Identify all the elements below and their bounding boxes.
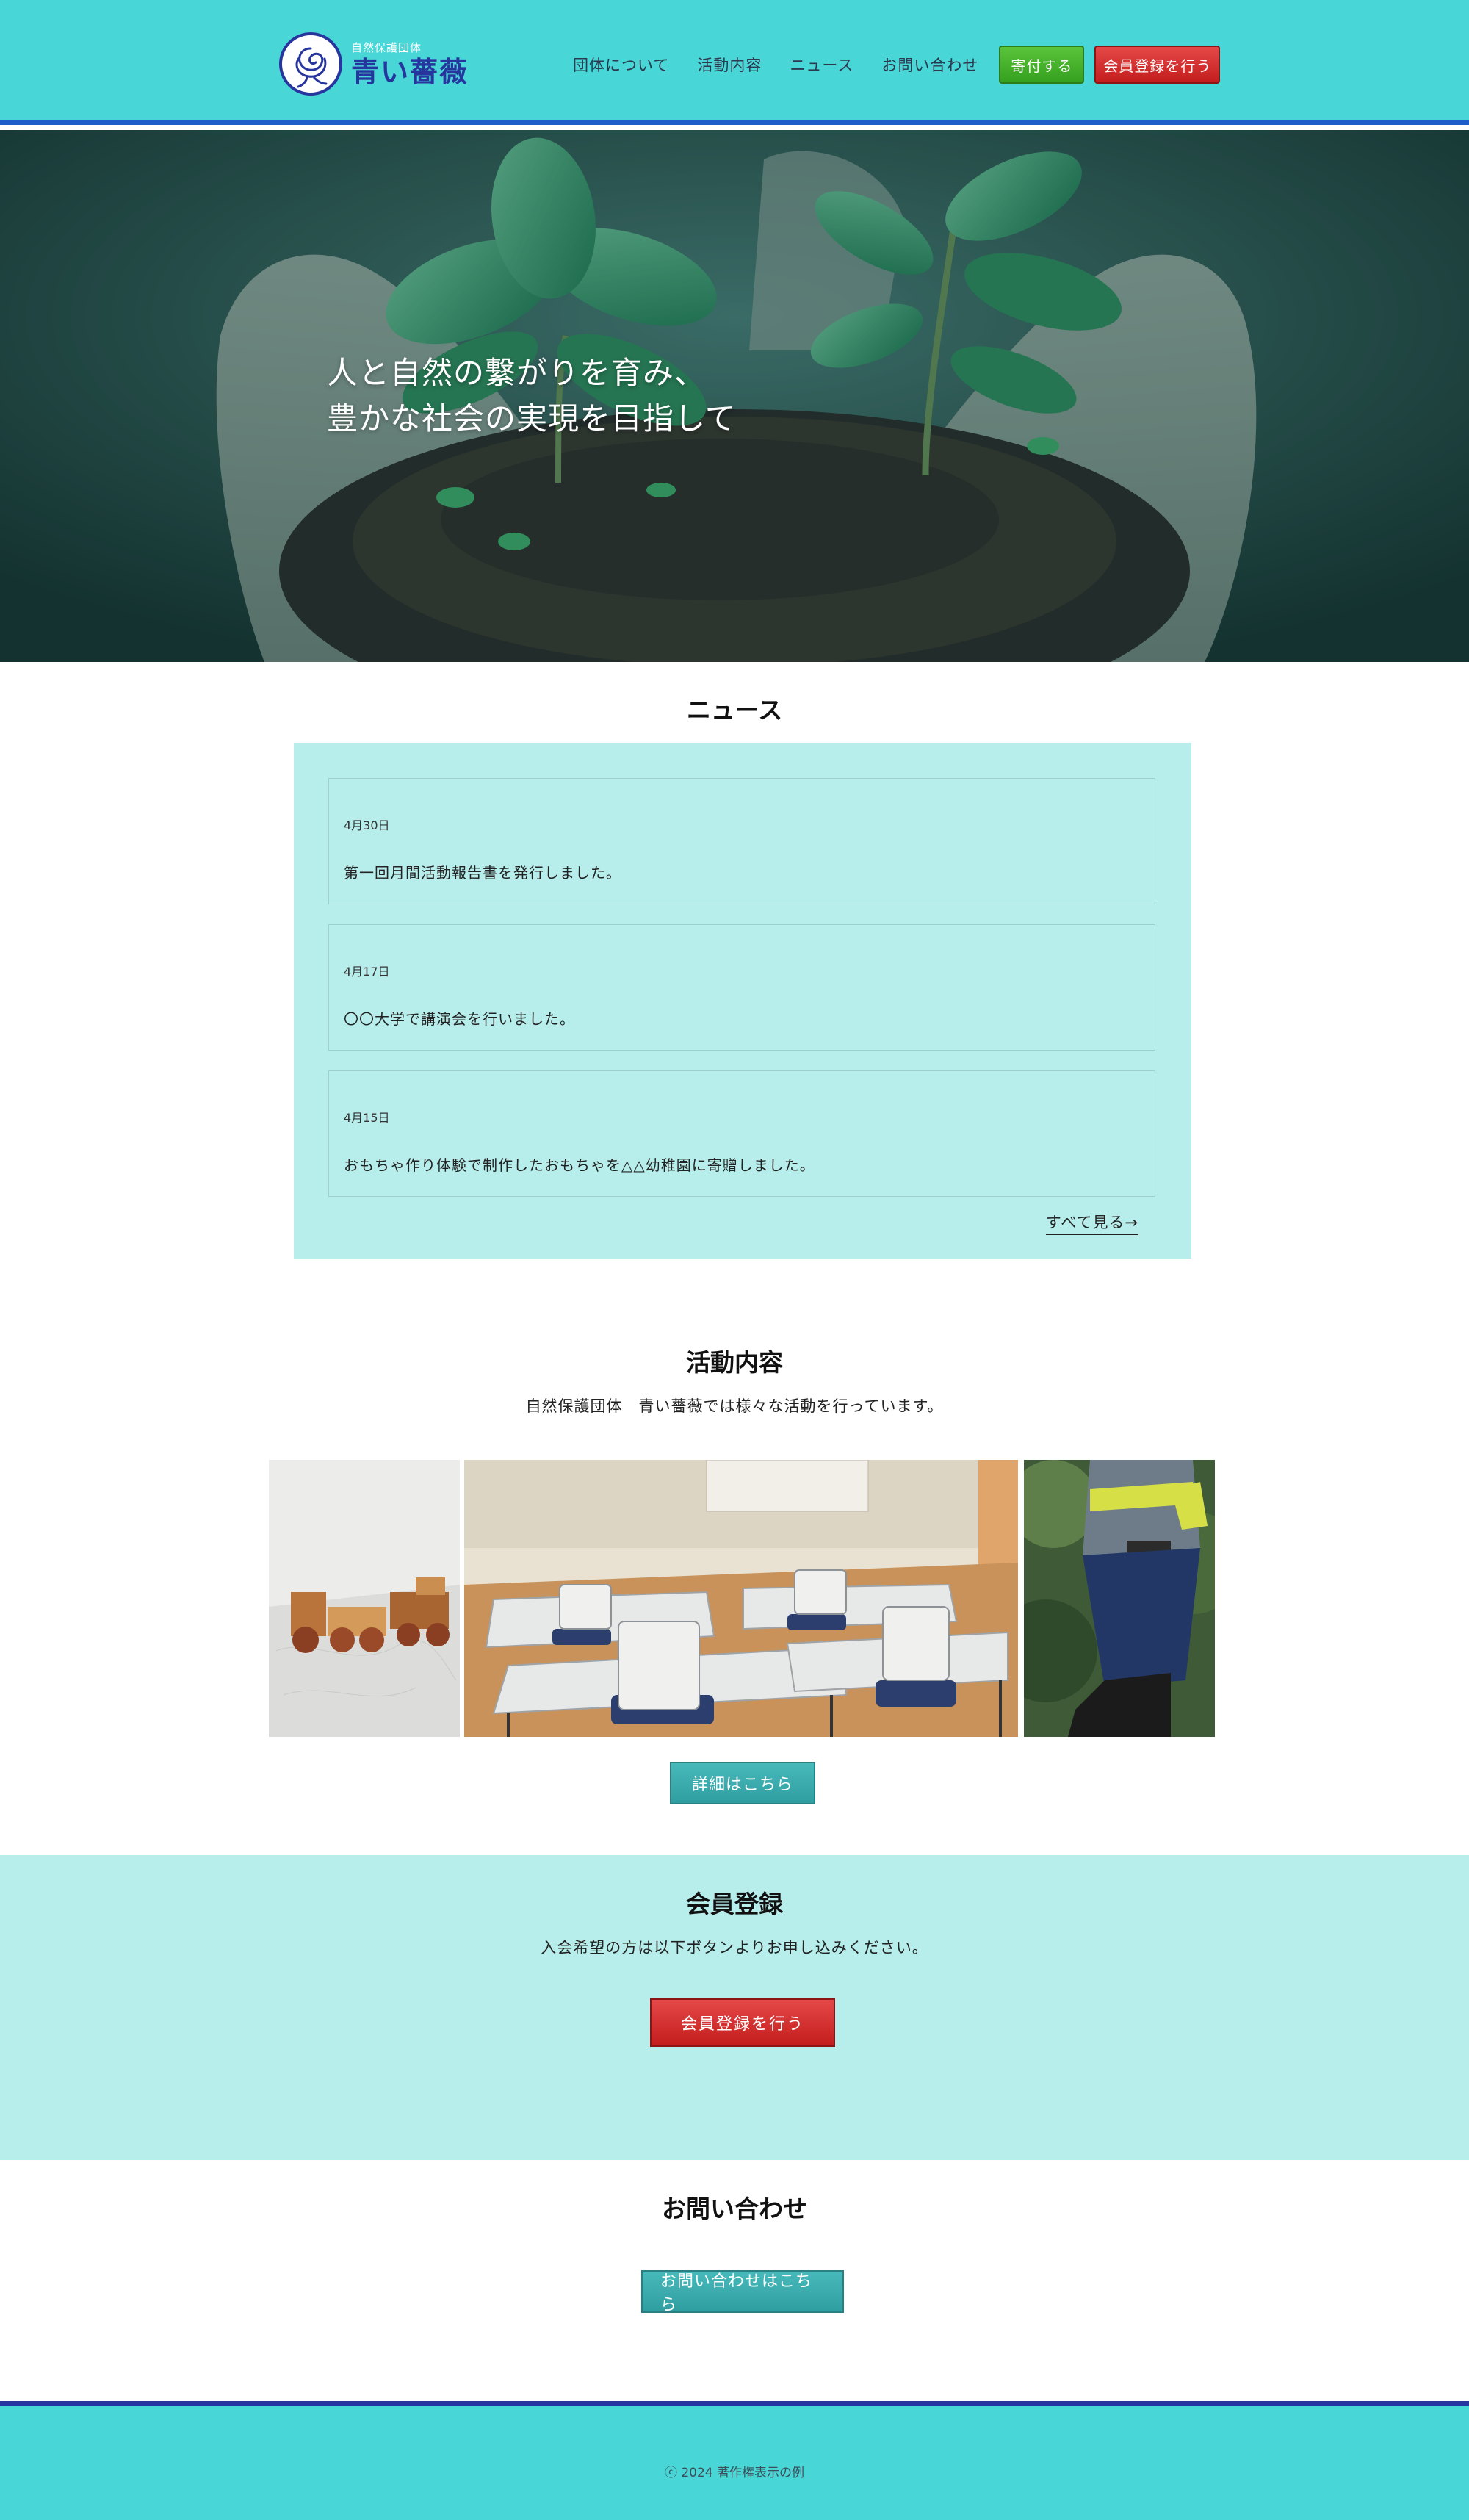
activity-lead-text: 自然保護団体 青い薔薇では様々な活動を行っています。 xyxy=(525,1397,944,1415)
news-item[interactable]: 4月15日 おもちゃ作り体験で制作したおもちゃを△△幼稚園に寄贈しました。 xyxy=(328,1070,1155,1197)
activity-details-button[interactable]: 詳細はこちら xyxy=(670,1762,815,1804)
news-date: 4月17日 xyxy=(344,965,390,979)
join-member-button[interactable]: 会員登録を行う xyxy=(650,1998,835,2047)
nav-link-news[interactable]: ニュース xyxy=(790,54,853,76)
member-section: 会員登録 入会希望の方は以下ボタンよりお申し込みください。 会員登録を行う xyxy=(0,1855,1469,2160)
logo-title: 青い薔薇 xyxy=(351,55,469,88)
news-date: 4月15日 xyxy=(344,1111,390,1125)
news-panel: 4月30日 第一回月間活動報告書を発行しました。 4月17日 〇〇大学で講演会を… xyxy=(294,743,1191,1259)
site-logo[interactable]: 自然保護団体 青い薔薇 xyxy=(279,31,469,97)
news-date: 4月30日 xyxy=(344,818,390,832)
site-footer: ⓒ 2024 著作権表示の例 xyxy=(0,2401,1469,2520)
news-section-title: ニュース xyxy=(686,696,783,724)
copyright-text: ⓒ 2024 著作権表示の例 xyxy=(664,2466,805,2480)
contact-button[interactable]: お問い合わせはこちら xyxy=(641,2270,844,2314)
member-lead-text: 入会希望の方は以下ボタンよりお申し込みください。 xyxy=(541,1939,928,1956)
main-nav: 団体について 活動内容 ニュース お問い合わせ 寄付する 会員登録を行う xyxy=(573,46,1221,84)
join-member-button-header[interactable]: 会員登録を行う xyxy=(1094,46,1221,84)
nav-link-contact[interactable]: お問い合わせ xyxy=(881,54,978,76)
news-text: 〇〇大学で講演会を行いました。 xyxy=(344,1010,575,1028)
news-text: おもちゃ作り体験で制作したおもちゃを△△幼稚園に寄贈しました。 xyxy=(344,1156,815,1174)
toy-train-photo xyxy=(269,1460,460,1737)
contact-section-title: お問い合わせ xyxy=(662,2195,807,2223)
hero-line-2: 豊かな社会の実現を目指して xyxy=(327,400,737,436)
news-item[interactable]: 4月17日 〇〇大学で講演会を行いました。 xyxy=(328,924,1155,1051)
activity-section-title: 活動内容 xyxy=(686,1348,783,1377)
rose-logo-icon xyxy=(279,32,342,96)
nav-link-activities[interactable]: 活動内容 xyxy=(697,54,762,76)
logo-subtitle: 自然保護団体 xyxy=(351,40,422,54)
member-section-title: 会員登録 xyxy=(686,1890,783,1918)
hero-banner: 人と自然の繋がりを育み、 豊かな社会の実現を目指して xyxy=(0,130,1469,662)
activity-gallery xyxy=(269,1460,1215,1737)
nav-link-about[interactable]: 団体について xyxy=(573,54,669,76)
hero-line-1: 人と自然の繋がりを育み、 xyxy=(327,355,707,391)
forest-worker-photo xyxy=(1024,1460,1215,1737)
donate-button[interactable]: 寄付する xyxy=(999,46,1085,84)
hero-tagline: 人と自然の繋がりを育み、 豊かな社会の実現を目指して xyxy=(327,350,737,442)
site-header: 自然保護団体 青い薔薇 団体について 活動内容 ニュース お問い合わせ 寄付する… xyxy=(0,0,1469,125)
see-all-news-link[interactable]: すべて見る→ xyxy=(1045,1211,1138,1235)
classroom-photo xyxy=(464,1460,1018,1737)
news-item[interactable]: 4月30日 第一回月間活動報告書を発行しました。 xyxy=(328,778,1155,904)
news-text: 第一回月間活動報告書を発行しました。 xyxy=(344,864,621,882)
